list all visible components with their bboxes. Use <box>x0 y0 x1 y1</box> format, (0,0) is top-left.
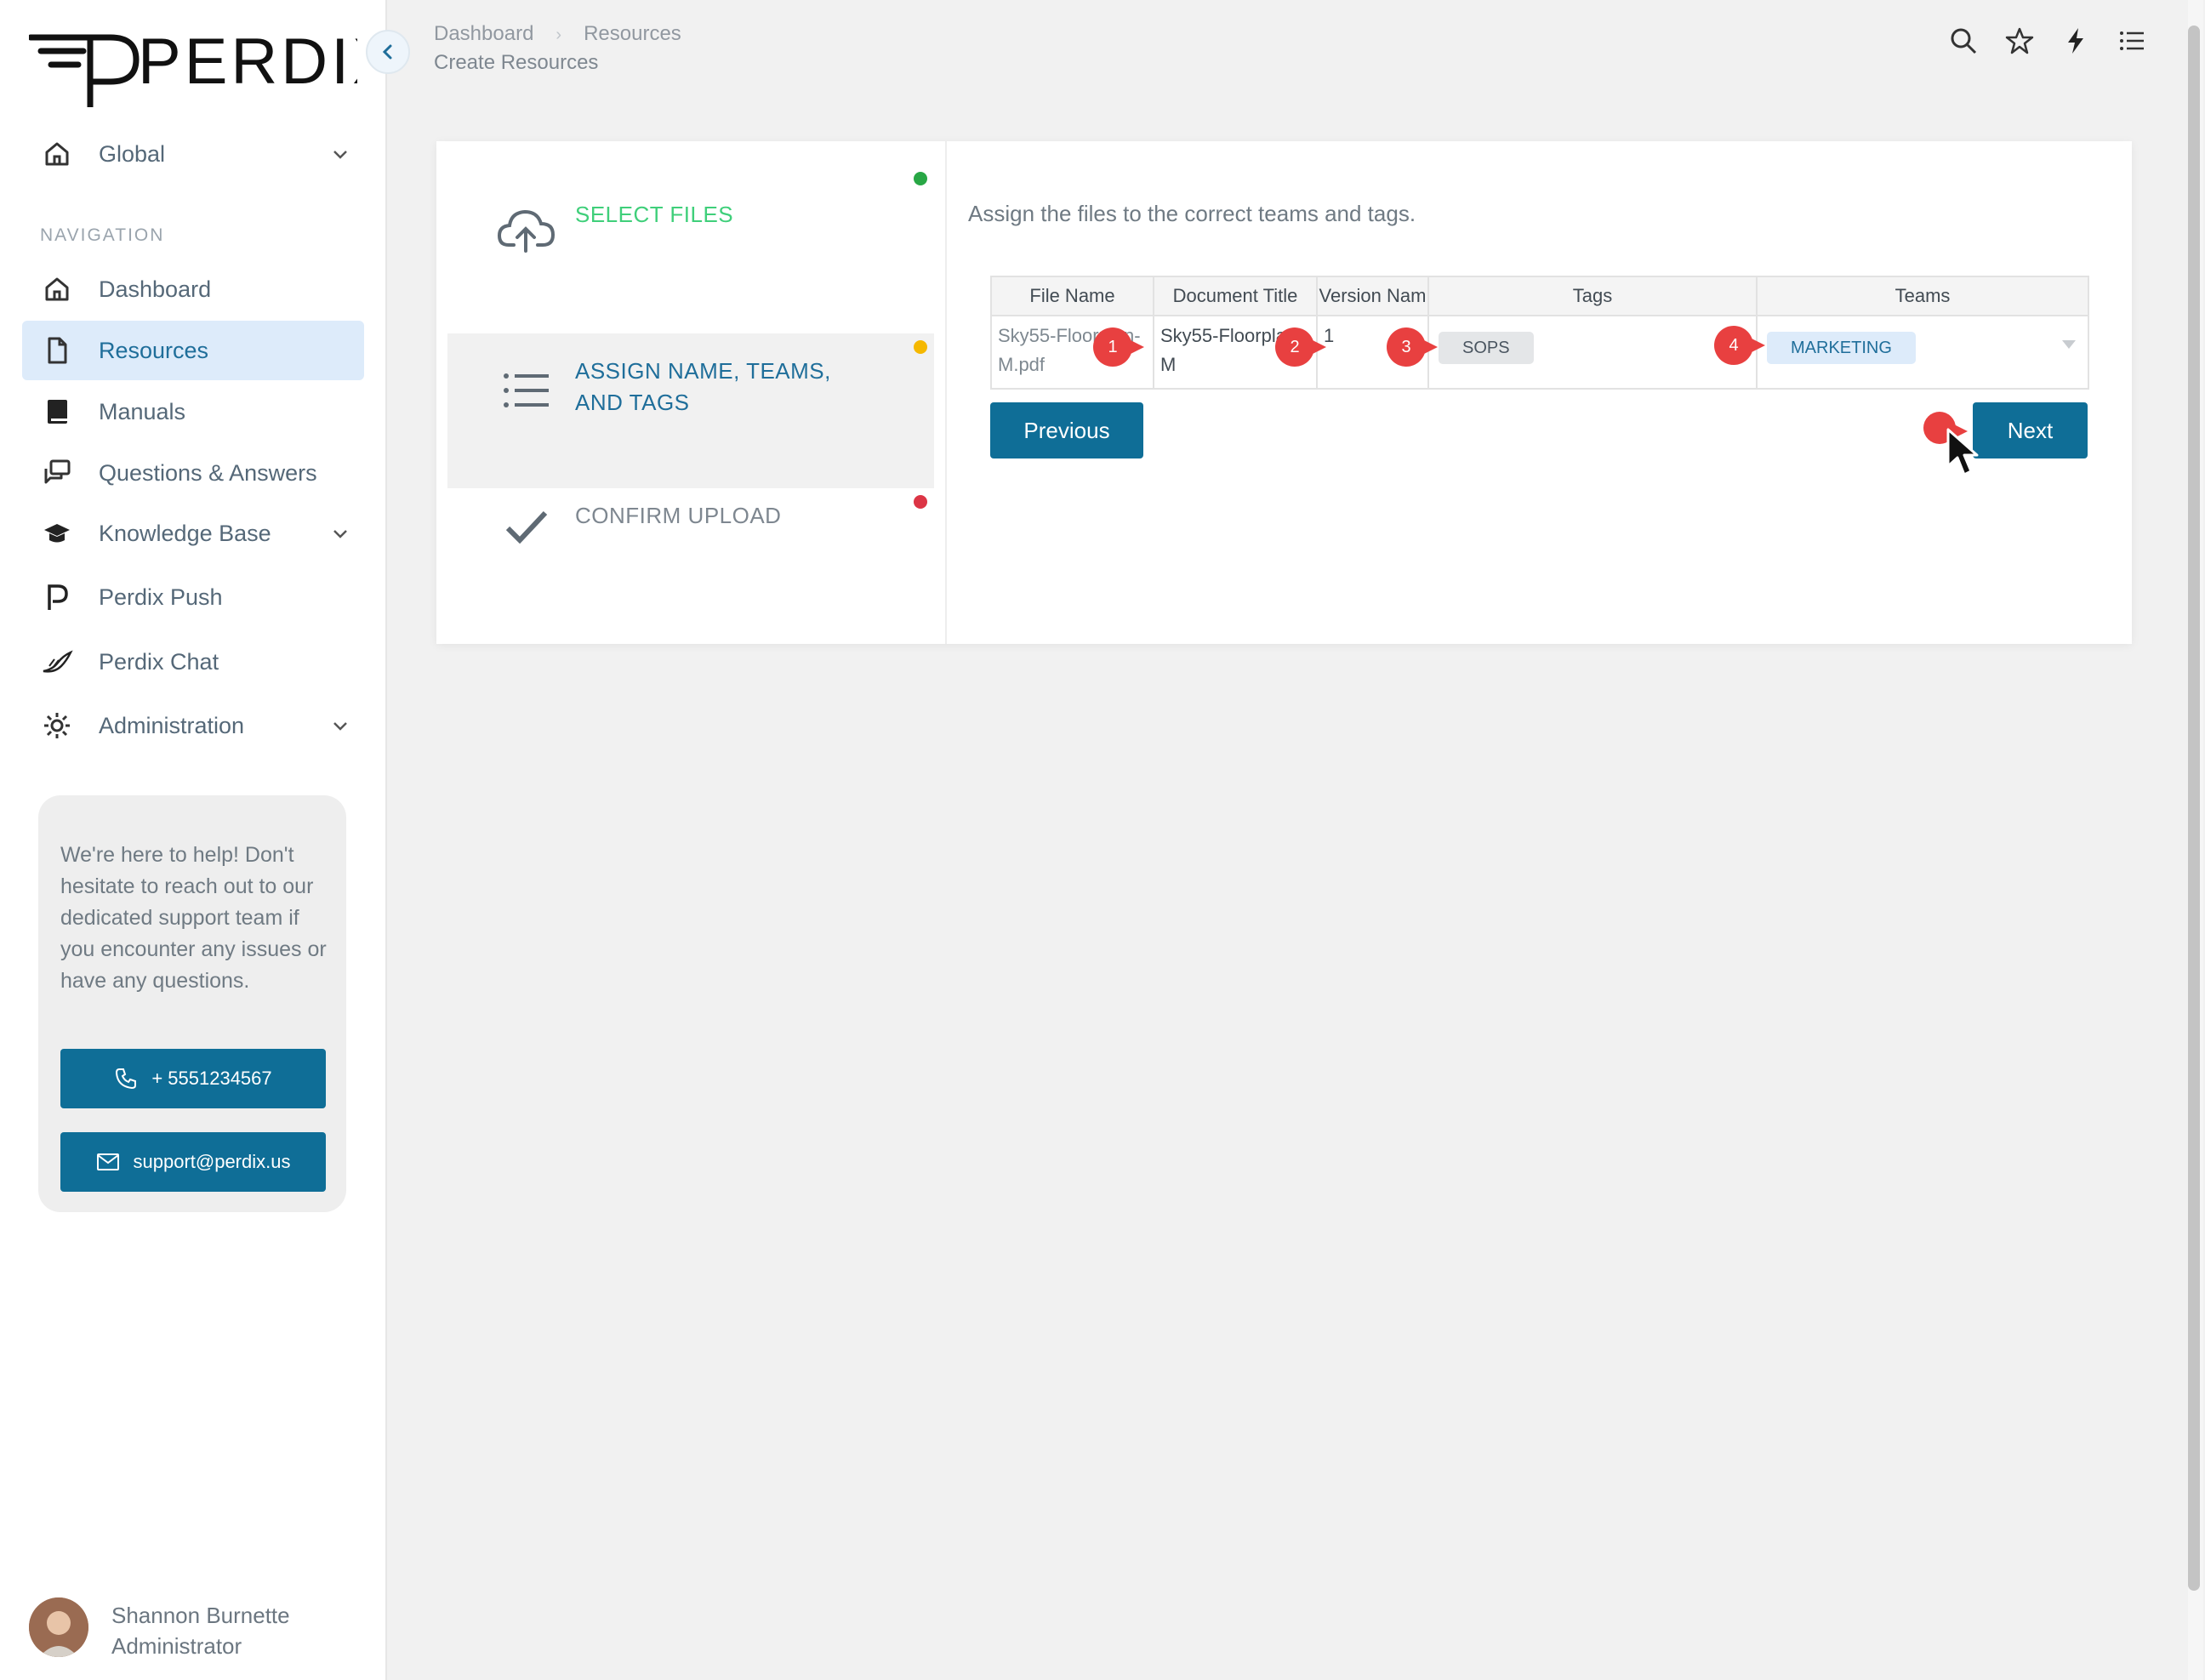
lightning-icon[interactable] <box>2060 26 2091 56</box>
page-scrollbar[interactable] <box>2188 0 2203 1680</box>
breadcrumb-separator: › <box>556 26 562 44</box>
checkmark-icon <box>495 495 558 558</box>
support-text: We're here to help! Don't hesitate to re… <box>60 843 327 993</box>
svg-text:PERDIX: PERDIX <box>138 26 357 98</box>
graduation-cap-icon <box>41 517 73 550</box>
email-support-button[interactable]: support@perdix.us <box>60 1132 326 1192</box>
workspace-selector[interactable]: Global <box>22 124 364 184</box>
step-status-dot <box>914 340 927 354</box>
call-support-button[interactable]: + 5551234567 <box>60 1049 326 1108</box>
table-header-row: File Name Document Title Version Nam Tag… <box>990 276 2089 316</box>
perdix-logo[interactable]: PERDIX <box>27 24 396 114</box>
column-header-version-name[interactable]: Version Nam <box>1316 276 1429 316</box>
column-header-tags[interactable]: Tags <box>1427 276 1758 316</box>
gear-icon <box>41 709 73 742</box>
perdix-p-icon <box>41 581 73 613</box>
sidebar-item-resources[interactable]: Resources <box>22 321 364 380</box>
teams-select[interactable]: MARKETING <box>1756 315 2089 390</box>
annotation-marker: 4 <box>1714 326 1765 365</box>
sidebar-item-label: Knowledge Base <box>99 520 271 546</box>
nav-heading: NAVIGATION <box>40 225 165 245</box>
workspace-label: Global <box>99 140 166 167</box>
star-icon[interactable] <box>2004 26 2035 56</box>
breadcrumb-resources[interactable]: Resources <box>584 22 681 46</box>
phone-icon <box>116 1068 137 1090</box>
sidebar-item-label: Manuals <box>99 398 186 424</box>
user-role: Administrator <box>111 1633 242 1659</box>
cloud-upload-icon <box>495 198 558 261</box>
chevron-left-icon <box>382 44 392 60</box>
mail-icon <box>96 1153 119 1170</box>
sidebar-item-questions-answers[interactable]: Questions & Answers <box>22 443 364 503</box>
chevron-down-icon <box>333 151 347 159</box>
column-header-file-name[interactable]: File Name <box>990 276 1154 316</box>
sidebar-item-knowledge-base[interactable]: Knowledge Base <box>22 504 364 563</box>
previous-button[interactable]: Previous <box>990 402 1143 458</box>
sidebar-item-label: Perdix Push <box>99 584 223 610</box>
wizard-description: Assign the files to the correct teams an… <box>968 201 1416 226</box>
support-phone: + 5551234567 <box>151 1068 272 1089</box>
column-header-teams[interactable]: Teams <box>1756 276 2089 316</box>
wizard-steps: SELECT FILES ASSIGN NAME, TEAMS, AND TAG… <box>436 141 947 644</box>
book-icon <box>41 396 73 428</box>
next-button[interactable]: Next <box>1973 402 2088 458</box>
sidebar-item-label: Resources <box>99 337 209 363</box>
list-icon[interactable] <box>2117 26 2147 56</box>
step-label: CONFIRM UPLOAD <box>575 503 782 528</box>
step-select-files[interactable]: SELECT FILES <box>447 151 934 306</box>
search-icon[interactable] <box>1948 26 1979 56</box>
annotation-marker: 3 <box>1387 327 1438 367</box>
scrollbar-thumb[interactable] <box>2188 26 2200 1591</box>
page-title: Create Resources <box>434 51 599 74</box>
tags-select[interactable]: SOPS <box>1427 315 1758 390</box>
support-email: support@perdix.us <box>133 1151 291 1172</box>
sidebar-item-label: Administration <box>99 712 245 738</box>
chat-bubbles-icon <box>41 457 73 489</box>
bird-icon <box>41 646 73 678</box>
home-icon <box>41 273 73 305</box>
dropdown-caret-icon[interactable] <box>2062 340 2076 349</box>
user-profile[interactable]: Shannon Burnette Administrator <box>29 1597 369 1659</box>
sidebar: PERDIX Global NAVIGATION Dashboard Resou… <box>0 0 410 1680</box>
step-confirm-upload[interactable]: CONFIRM UPLOAD <box>447 488 934 643</box>
file-assignment-table: File Name Document Title Version Nam Tag… <box>990 276 2089 390</box>
sidebar-item-administration[interactable]: Administration <box>22 696 364 755</box>
list-icon <box>495 359 558 422</box>
home-icon <box>41 138 73 170</box>
mouse-cursor-icon <box>1946 428 1979 476</box>
team-chip[interactable]: MARKETING <box>1767 332 1916 364</box>
step-status-dot <box>914 172 927 185</box>
breadcrumb: Dashboard › Resources <box>434 22 681 46</box>
file-icon <box>41 334 73 367</box>
top-toolbar <box>1948 26 2147 56</box>
user-name: Shannon Burnette <box>111 1603 290 1628</box>
annotation-marker: 2 <box>1275 327 1326 367</box>
tag-chip[interactable]: SOPS <box>1439 332 1534 364</box>
support-card: We're here to help! Don't hesitate to re… <box>38 795 346 1212</box>
breadcrumb-dashboard[interactable]: Dashboard <box>434 22 533 46</box>
sidebar-item-perdix-push[interactable]: Perdix Push <box>22 567 364 627</box>
chevron-down-icon <box>333 530 347 538</box>
chevron-down-icon <box>333 722 347 731</box>
sidebar-item-label: Dashboard <box>99 276 212 302</box>
step-label: SELECT FILES <box>575 202 734 227</box>
collapse-sidebar-button[interactable] <box>366 30 410 74</box>
column-header-document-title[interactable]: Document Title <box>1153 276 1318 316</box>
sidebar-item-dashboard[interactable]: Dashboard <box>22 259 364 319</box>
avatar <box>29 1597 88 1657</box>
annotation-marker: 1 <box>1093 327 1144 367</box>
step-assign-name-teams-tags[interactable]: ASSIGN NAME, TEAMS, AND TAGS <box>447 333 934 488</box>
sidebar-item-label: Perdix Chat <box>99 648 219 675</box>
sidebar-item-manuals[interactable]: Manuals <box>22 382 364 441</box>
step-status-dot <box>914 495 927 509</box>
step-label: ASSIGN NAME, TEAMS, AND TAGS <box>575 358 831 415</box>
table-row: Sky55-Floorplan-M.pdf Sky55-Floorplan-M … <box>990 315 2089 390</box>
sidebar-item-label: Questions & Answers <box>99 459 317 486</box>
sidebar-item-perdix-chat[interactable]: Perdix Chat <box>22 632 364 692</box>
upload-wizard: SELECT FILES ASSIGN NAME, TEAMS, AND TAG… <box>436 141 2132 644</box>
